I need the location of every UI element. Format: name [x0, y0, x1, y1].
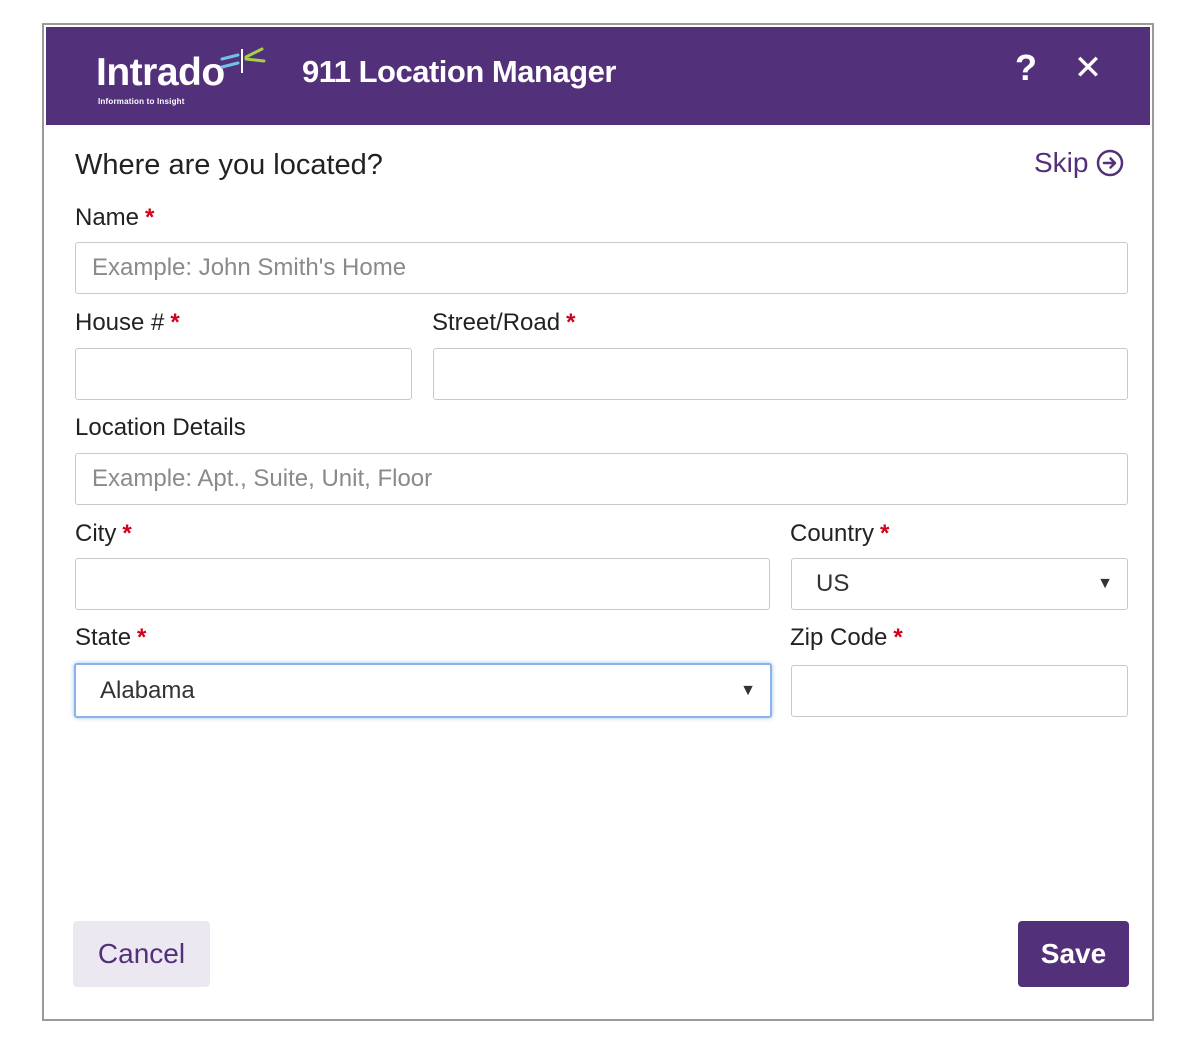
- street-label: Street/Road *: [432, 311, 575, 335]
- required-marker: *: [145, 204, 155, 231]
- state-select[interactable]: Alabama ▼: [74, 663, 772, 718]
- chevron-down-icon: ▼: [740, 682, 756, 699]
- required-marker: *: [122, 520, 132, 547]
- location-dialog: Intrado Information to Insight 911 Locat…: [42, 23, 1154, 1021]
- required-marker: *: [880, 520, 890, 547]
- name-input[interactable]: [75, 242, 1128, 294]
- chevron-down-icon: ▼: [1097, 575, 1113, 592]
- city-input[interactable]: [75, 558, 770, 610]
- name-label: Name *: [75, 206, 154, 230]
- dragonfly-icon: [220, 47, 266, 73]
- zip-label-text: Zip Code: [790, 624, 888, 651]
- house-label: House # *: [75, 311, 180, 335]
- dialog-header: Intrado Information to Insight 911 Locat…: [46, 27, 1150, 125]
- close-button[interactable]: ✕: [1068, 47, 1108, 89]
- required-marker: *: [170, 309, 180, 336]
- name-label-text: Name: [75, 204, 140, 231]
- zip-label: Zip Code *: [790, 626, 903, 650]
- house-number-input[interactable]: [75, 348, 412, 400]
- help-button[interactable]: ?: [1006, 47, 1046, 89]
- cancel-button[interactable]: Cancel: [73, 921, 210, 987]
- dialog-title: 911 Location Manager: [302, 54, 616, 89]
- state-value: Alabama: [100, 677, 195, 704]
- skip-link[interactable]: Skip: [1034, 149, 1124, 177]
- state-label: State *: [75, 626, 146, 650]
- country-label-text: Country: [790, 520, 875, 547]
- country-value: US: [816, 570, 850, 597]
- save-button[interactable]: Save: [1018, 921, 1129, 987]
- logo-wordmark: Intrado: [96, 51, 225, 94]
- question-mark-icon: ?: [1015, 47, 1037, 88]
- required-marker: *: [566, 309, 576, 336]
- street-input[interactable]: [433, 348, 1128, 400]
- country-select[interactable]: US ▼: [791, 558, 1128, 610]
- intrado-logo: Intrado Information to Insight: [96, 45, 276, 115]
- city-label: City *: [75, 522, 132, 546]
- details-label: Location Details: [75, 414, 246, 441]
- state-label-text: State: [75, 624, 132, 651]
- location-details-input[interactable]: [75, 453, 1128, 505]
- required-marker: *: [137, 624, 147, 651]
- arrow-right-circle-icon: [1097, 149, 1124, 177]
- logo-tagline: Information to Insight: [98, 97, 185, 106]
- close-icon: ✕: [1073, 49, 1103, 87]
- street-label-text: Street/Road: [432, 309, 561, 336]
- form-heading: Where are you located?: [75, 149, 383, 181]
- country-label: Country *: [790, 522, 889, 546]
- skip-label: Skip: [1034, 147, 1089, 178]
- zip-code-input[interactable]: [791, 665, 1128, 717]
- city-label-text: City: [75, 520, 117, 547]
- house-label-text: House #: [75, 309, 165, 336]
- required-marker: *: [893, 624, 903, 651]
